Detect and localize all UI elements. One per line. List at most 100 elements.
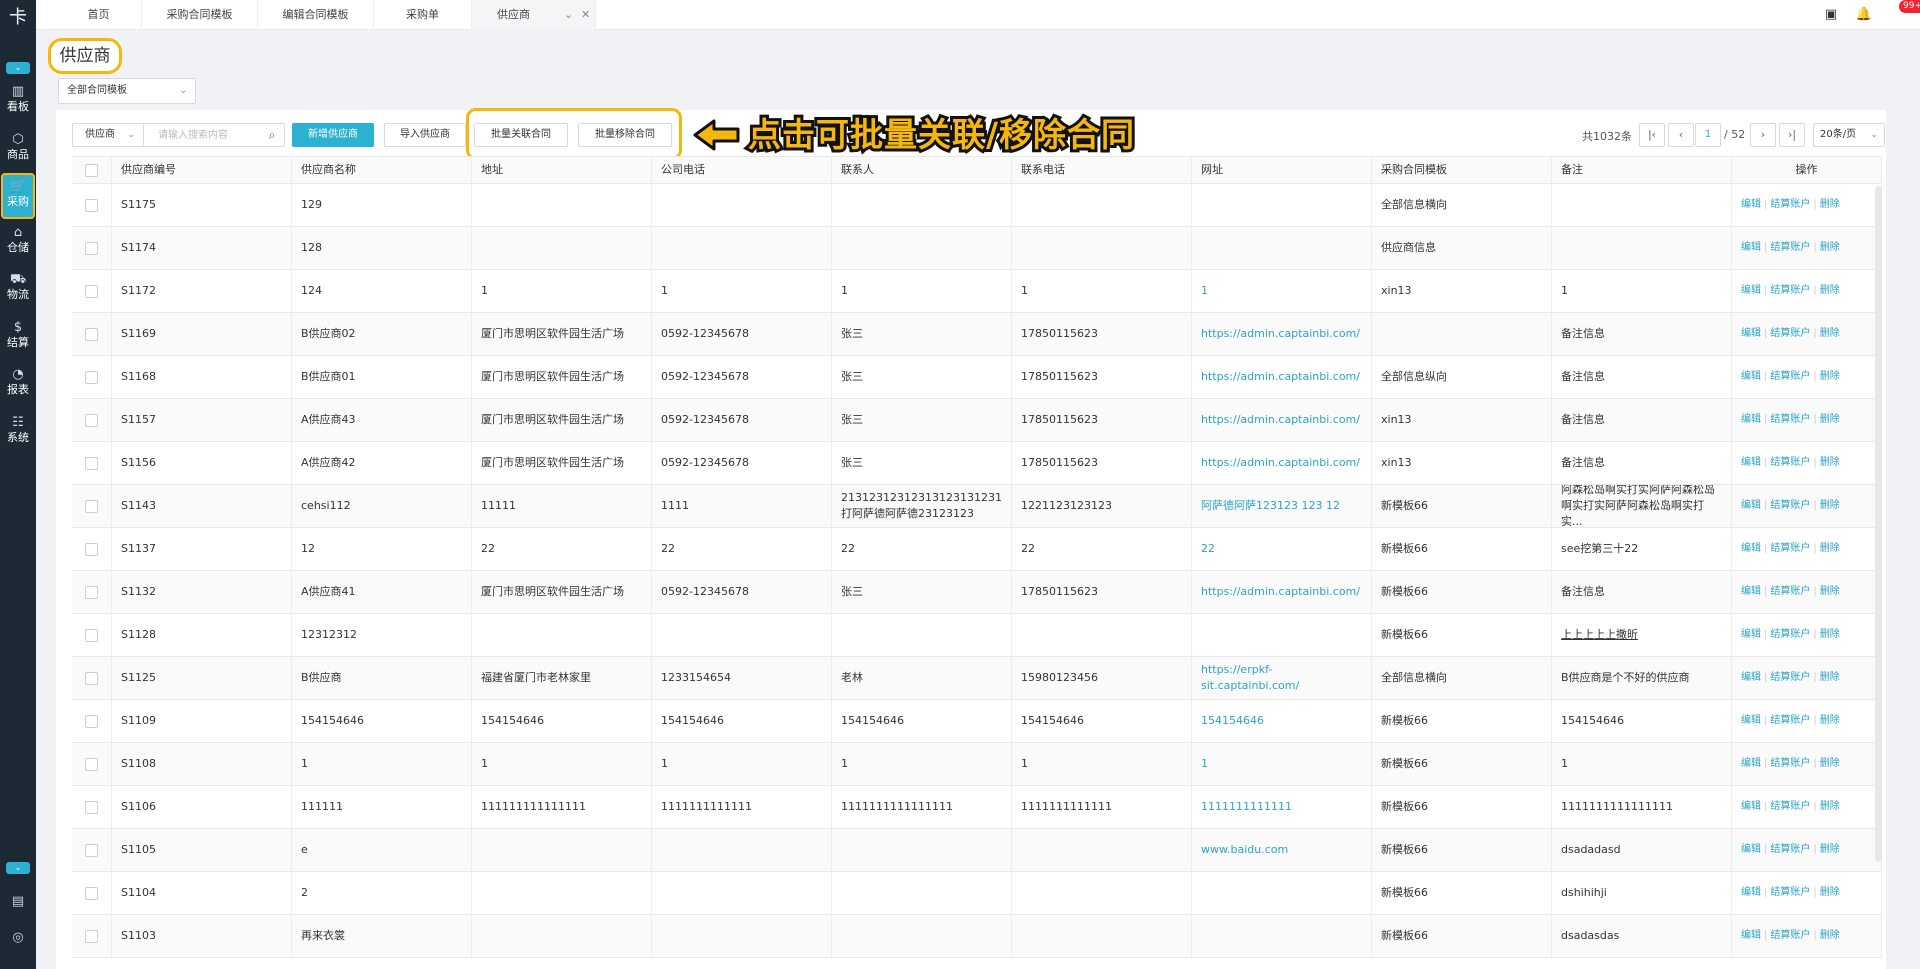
edit-link[interactable]: 编辑 — [1741, 455, 1761, 471]
delete-link[interactable]: 删除 — [1820, 584, 1840, 600]
cell-url[interactable]: https://admin.captainbi.com/ — [1192, 356, 1372, 398]
delete-link[interactable]: 删除 — [1820, 412, 1840, 428]
edit-link[interactable]: 编辑 — [1741, 240, 1761, 256]
settlement-account-link[interactable]: 结算账户 — [1770, 885, 1810, 901]
row-checkbox[interactable] — [85, 198, 98, 212]
row-checkbox[interactable] — [85, 929, 98, 943]
settlement-account-link[interactable]: 结算账户 — [1770, 240, 1810, 256]
edit-link[interactable]: 编辑 — [1741, 326, 1761, 342]
table-scrollbar[interactable] — [1875, 186, 1882, 862]
cell-url[interactable]: https://admin.captainbi.com/ — [1192, 442, 1372, 484]
settlement-account-link[interactable]: 结算账户 — [1770, 799, 1810, 815]
cell-url[interactable]: 154154646 — [1192, 700, 1372, 742]
sidebar-item-money[interactable]: $ 结算 — [0, 316, 36, 362]
edit-link[interactable]: 编辑 — [1741, 928, 1761, 944]
row-checkbox[interactable] — [85, 413, 98, 427]
edit-link[interactable]: 编辑 — [1741, 584, 1761, 600]
sidebar-item-dashboard[interactable]: ▥ 看板 — [0, 80, 36, 126]
tab-suppliers[interactable]: 供应商 — [472, 0, 596, 30]
delete-link[interactable]: 删除 — [1820, 842, 1840, 858]
row-checkbox[interactable] — [85, 327, 98, 341]
delete-link[interactable]: 删除 — [1820, 369, 1840, 385]
delete-link[interactable]: 删除 — [1820, 928, 1840, 944]
cell-url[interactable]: 1 — [1192, 270, 1372, 312]
cell-url[interactable]: www.baidu.com — [1192, 829, 1372, 871]
sidebar-item-truck[interactable]: ⛟ 物流 — [0, 268, 36, 314]
delete-link[interactable]: 删除 — [1820, 283, 1840, 299]
row-checkbox[interactable] — [85, 714, 98, 728]
edit-link[interactable]: 编辑 — [1741, 541, 1761, 557]
sidebar-item-pie-chart[interactable]: ◔ 报表 — [0, 363, 36, 409]
bell-icon[interactable]: 🔔 — [1855, 6, 1873, 24]
tab-edit-contract-template[interactable]: 编辑合同模板 — [258, 0, 374, 30]
edit-link[interactable]: 编辑 — [1741, 369, 1761, 385]
settlement-account-link[interactable]: 结算账户 — [1770, 326, 1810, 342]
tab-home[interactable]: 首页 — [56, 0, 142, 30]
app-logo[interactable]: 卡 — [6, 6, 30, 30]
settlement-account-link[interactable]: 结算账户 — [1770, 455, 1810, 471]
delete-link[interactable]: 删除 — [1820, 627, 1840, 643]
edit-link[interactable]: 编辑 — [1741, 283, 1761, 299]
first-page-button[interactable]: |‹ — [1639, 123, 1665, 147]
delete-link[interactable]: 删除 — [1820, 541, 1840, 557]
page-size-select[interactable]: 20条/页 ⌄ — [1813, 123, 1885, 147]
row-checkbox[interactable] — [85, 370, 98, 384]
settlement-account-link[interactable]: 结算账户 — [1770, 842, 1810, 858]
edit-link[interactable]: 编辑 — [1741, 713, 1761, 729]
sidebar-item-box[interactable]: ⬡ 商品 — [0, 128, 36, 174]
row-checkbox[interactable] — [85, 671, 98, 685]
settlement-account-link[interactable]: 结算账户 — [1770, 412, 1810, 428]
sidebar-item-warehouse[interactable]: ⌂ 仓储 — [0, 221, 36, 267]
current-page-input[interactable]: 1 — [1695, 123, 1721, 147]
select-all-checkbox[interactable] — [85, 163, 98, 177]
sidebar-item-cart[interactable]: 🛒 采购 — [1, 173, 35, 219]
delete-link[interactable]: 删除 — [1820, 756, 1840, 772]
cell-url[interactable]: https://admin.captainbi.com/ — [1192, 313, 1372, 355]
settlement-account-link[interactable]: 结算账户 — [1770, 197, 1810, 213]
next-page-button[interactable]: › — [1750, 123, 1776, 147]
row-checkbox[interactable] — [85, 628, 98, 642]
tab-contract-templates[interactable]: 采购合同模板 — [142, 0, 258, 30]
settlement-account-link[interactable]: 结算账户 — [1770, 627, 1810, 643]
prev-page-button[interactable]: ‹ — [1668, 123, 1694, 147]
edit-link[interactable]: 编辑 — [1741, 627, 1761, 643]
edit-link[interactable]: 编辑 — [1741, 498, 1761, 514]
sidebar-item-settings[interactable]: ☷ 系统 — [0, 411, 36, 457]
import-supplier-button[interactable]: 导入供应商 — [384, 123, 466, 147]
cell-url[interactable]: https://erpkf-sit.captainbi.com/ — [1192, 657, 1372, 699]
edit-link[interactable]: 编辑 — [1741, 197, 1761, 213]
delete-link[interactable]: 删除 — [1820, 197, 1840, 213]
edit-link[interactable]: 编辑 — [1741, 756, 1761, 772]
row-checkbox[interactable] — [85, 456, 98, 470]
edit-link[interactable]: 编辑 — [1741, 842, 1761, 858]
clipboard-icon[interactable]: ▣ — [1822, 6, 1840, 24]
settlement-account-link[interactable]: 结算账户 — [1770, 584, 1810, 600]
sidebar-collapse-bottom[interactable]: ⌄ — [6, 862, 30, 874]
row-checkbox[interactable] — [85, 284, 98, 298]
delete-link[interactable]: 删除 — [1820, 670, 1840, 686]
delete-link[interactable]: 删除 — [1820, 455, 1840, 471]
delete-link[interactable]: 删除 — [1820, 885, 1840, 901]
template-filter-select[interactable]: 全部合同模板 ⌄ — [58, 78, 196, 104]
help-icon[interactable]: ◎ — [10, 930, 26, 946]
row-checkbox[interactable] — [85, 499, 98, 513]
row-checkbox[interactable] — [85, 542, 98, 556]
settlement-account-link[interactable]: 结算账户 — [1770, 928, 1810, 944]
tab-purchase-orders[interactable]: 采购单 — [374, 0, 472, 30]
row-checkbox[interactable] — [85, 585, 98, 599]
delete-link[interactable]: 删除 — [1820, 799, 1840, 815]
cell-url[interactable]: 1111111111111 — [1192, 786, 1372, 828]
row-checkbox[interactable] — [85, 800, 98, 814]
edit-link[interactable]: 编辑 — [1741, 885, 1761, 901]
row-checkbox[interactable] — [85, 757, 98, 771]
delete-link[interactable]: 删除 — [1820, 498, 1840, 514]
settlement-account-link[interactable]: 结算账户 — [1770, 283, 1810, 299]
settlement-account-link[interactable]: 结算账户 — [1770, 498, 1810, 514]
cell-url[interactable]: https://admin.captainbi.com/ — [1192, 571, 1372, 613]
delete-link[interactable]: 删除 — [1820, 713, 1840, 729]
edit-link[interactable]: 编辑 — [1741, 412, 1761, 428]
row-checkbox[interactable] — [85, 843, 98, 857]
row-checkbox[interactable] — [85, 241, 98, 255]
settlement-account-link[interactable]: 结算账户 — [1770, 670, 1810, 686]
store-icon[interactable]: ▤ — [10, 894, 26, 910]
